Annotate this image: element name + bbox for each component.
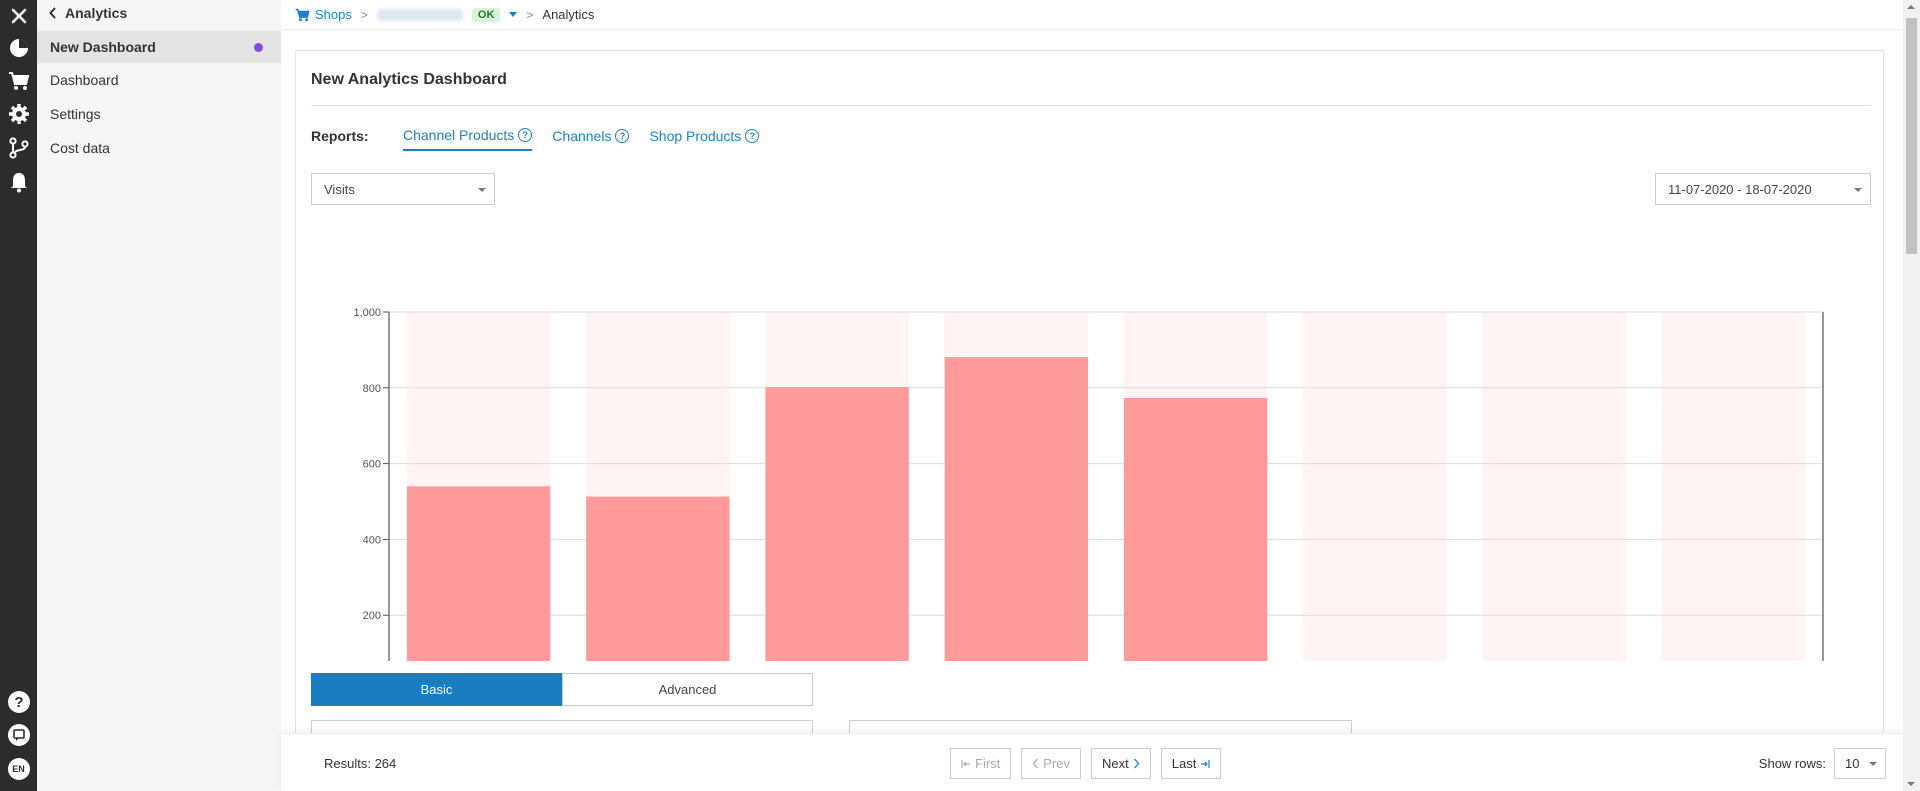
breadcrumb-current: Analytics — [542, 7, 595, 22]
metric-select-value: Visits — [324, 181, 355, 197]
svg-text:?: ? — [14, 694, 23, 711]
first-page-button[interactable]: First — [950, 748, 1012, 779]
prev-page-label: Prev — [1043, 756, 1071, 771]
help-icon[interactable]: ? — [615, 129, 630, 143]
icon-rail: ? EN — [0, 0, 37, 791]
sidebar-item-label: Dashboard — [50, 72, 119, 88]
status-badge: OK — [471, 7, 501, 22]
divider — [311, 105, 1871, 106]
breadcrumb-separator: > — [526, 7, 534, 22]
bar — [406, 486, 551, 691]
dashboard-card: New Analytics Dashboard Reports: Channel… — [295, 50, 1884, 791]
bar — [765, 387, 909, 691]
last-page-label: Last — [1171, 756, 1197, 771]
gear-icon[interactable] — [5, 100, 32, 127]
pagination-footer: Results: 264 First Prev Next Last Show r… — [281, 733, 1903, 791]
breadcrumb: Shops > OK > Analytics — [281, 0, 1920, 30]
help-icon[interactable]: ? — [745, 129, 760, 143]
y-tick-label: 200 — [363, 610, 381, 622]
reports-tabs: Reports: Channel Products ? Channels ? S… — [311, 121, 779, 151]
sidebar-item-dashboard[interactable]: Dashboard — [37, 64, 281, 96]
tab-channel-products[interactable]: Channel Products ? — [403, 121, 533, 151]
sidebar-item-settings[interactable]: Settings — [37, 98, 281, 130]
sidebar-item-label: Cost data — [50, 140, 110, 156]
bar-background-band — [1661, 312, 1806, 691]
cart-icon[interactable] — [5, 67, 32, 94]
tab-label: Shop Products — [649, 128, 742, 144]
sidebar-item-label: Settings — [50, 106, 101, 122]
page-title: New Analytics Dashboard — [311, 71, 507, 88]
show-rows: Show rows: 10 — [1759, 748, 1886, 779]
chevron-down-icon — [478, 188, 486, 192]
pager: First Prev Next Last — [950, 748, 1222, 779]
vertical-scrollbar[interactable] — [1903, 0, 1920, 791]
advanced-mode-button[interactable]: Advanced — [562, 673, 813, 706]
bar — [944, 357, 1089, 691]
bar — [1123, 398, 1268, 691]
sidebar-item-cost-data[interactable]: Cost data — [37, 132, 281, 164]
visits-chart: 02004006008001,00011-07-202012-07-202013… — [311, 251, 1871, 710]
tab-label: Channels — [552, 128, 612, 144]
rows-per-page-select[interactable]: 10 — [1834, 748, 1886, 779]
chat-icon[interactable] — [5, 721, 32, 748]
bell-icon[interactable] — [5, 168, 32, 195]
chevron-down-icon — [1869, 762, 1877, 766]
sidebar-item-label: New Dashboard — [50, 39, 156, 55]
rows-per-page-value: 10 — [1845, 756, 1860, 771]
prev-page-button[interactable]: Prev — [1021, 748, 1082, 779]
close-icon[interactable] — [5, 2, 32, 29]
metric-select[interactable]: Visits — [311, 173, 495, 205]
show-rows-label: Show rows: — [1758, 756, 1826, 771]
reports-label: Reports: — [311, 128, 369, 144]
next-page-label: Next — [1102, 756, 1129, 771]
breadcrumb-separator: > — [360, 7, 368, 22]
sidebar-item-new-dashboard[interactable]: New Dashboard — [37, 31, 281, 63]
sidebar: Analytics New Dashboard Dashboard Settin… — [37, 0, 281, 791]
language-label: EN — [12, 763, 25, 774]
cart-icon — [295, 8, 310, 21]
bar — [586, 496, 730, 691]
results-count: Results: 264 — [324, 756, 397, 771]
pie-chart-icon[interactable] — [5, 34, 32, 61]
help-icon[interactable]: ? — [5, 688, 32, 715]
tab-label: Channel Products — [403, 127, 515, 143]
breadcrumb-shops-link[interactable]: Shops — [295, 7, 352, 22]
bar-chart: 02004006008001,00011-07-202012-07-202013… — [353, 307, 1824, 710]
date-range-select[interactable]: 11-07-2020 - 18-07-2020 — [1655, 173, 1871, 205]
basic-mode-button[interactable]: Basic — [311, 673, 562, 706]
branch-icon[interactable] — [5, 134, 32, 161]
language-icon[interactable]: EN — [5, 755, 32, 782]
shop-name-redacted[interactable] — [376, 8, 463, 21]
y-tick-label: 600 — [363, 459, 381, 471]
bar-background-band — [1303, 312, 1447, 691]
date-range-value: 11-07-2020 - 18-07-2020 — [1668, 181, 1812, 197]
breadcrumb-shops-label: Shops — [315, 7, 352, 22]
first-page-icon — [961, 759, 970, 768]
sidebar-back-label: Analytics — [65, 5, 128, 21]
scroll-down-icon[interactable] — [1907, 782, 1915, 786]
scroll-up-icon[interactable] — [1907, 5, 1915, 9]
last-page-button[interactable]: Last — [1160, 748, 1222, 779]
y-tick-label: 1,000 — [353, 307, 381, 319]
last-page-icon — [1201, 759, 1210, 768]
new-indicator-dot — [254, 43, 263, 52]
scrollbar-thumb[interactable] — [1906, 18, 1917, 254]
sidebar-back-link[interactable]: Analytics — [49, 5, 127, 21]
chevron-right-icon — [1133, 758, 1140, 769]
chevron-left-icon — [49, 7, 56, 19]
chevron-left-icon — [1032, 758, 1039, 769]
next-page-button[interactable]: Next — [1091, 748, 1151, 779]
help-icon[interactable]: ? — [518, 128, 533, 142]
chevron-down-icon[interactable] — [509, 12, 518, 17]
bar-background-band — [1482, 312, 1626, 691]
tab-shop-products[interactable]: Shop Products ? — [649, 121, 760, 151]
y-tick-label: 800 — [363, 383, 381, 395]
y-tick-label: 400 — [363, 534, 381, 546]
first-page-label: First — [975, 756, 1001, 771]
tab-channels[interactable]: Channels ? — [552, 121, 630, 151]
chevron-down-icon — [1854, 188, 1862, 192]
